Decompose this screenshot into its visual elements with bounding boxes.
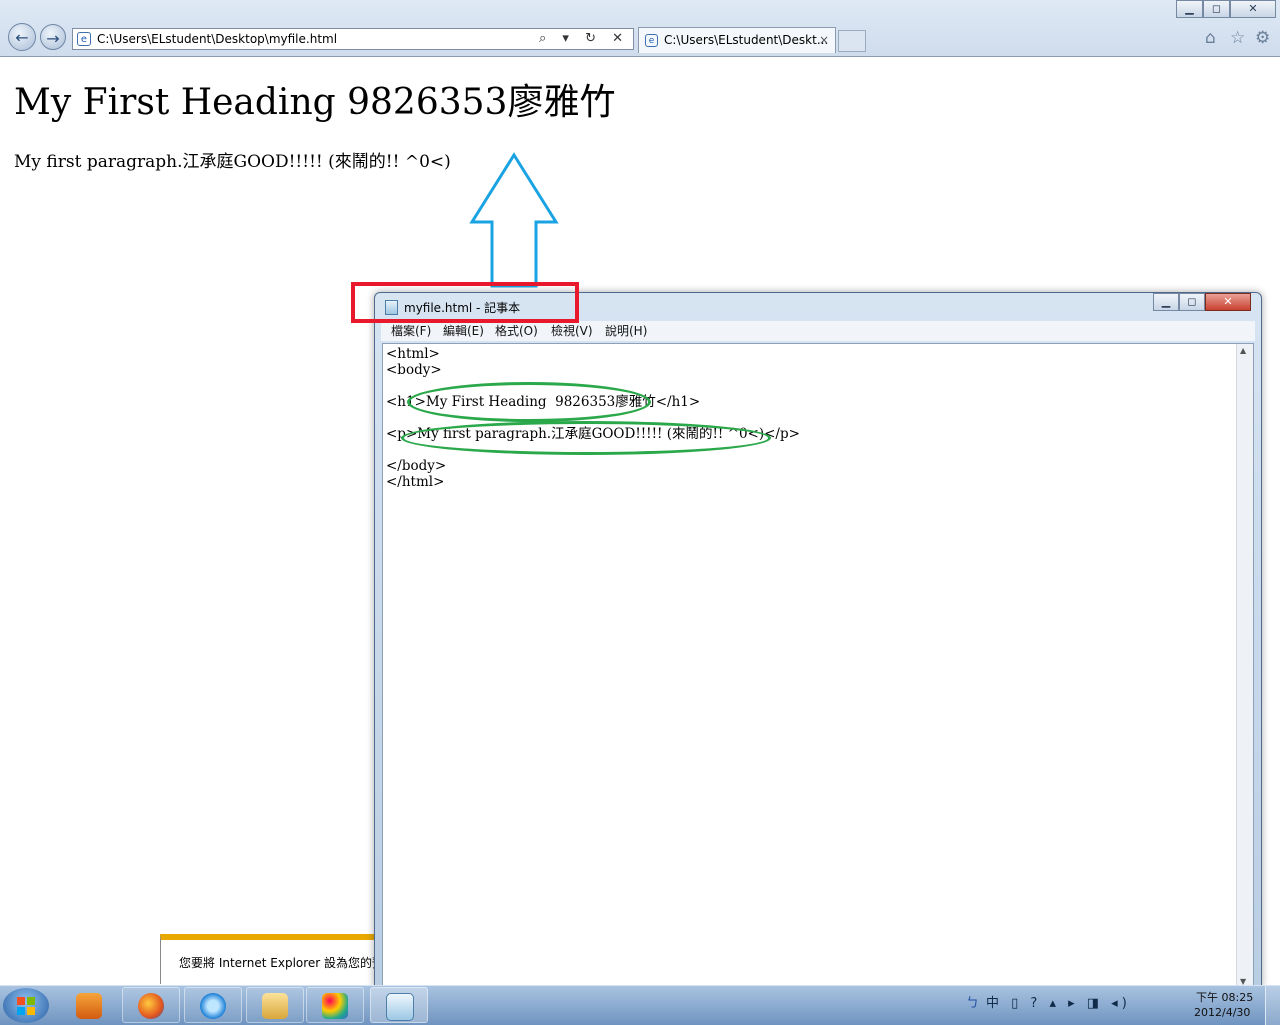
green-ellipse-paragraph xyxy=(401,421,771,455)
address-text[interactable]: C:\Users\ELstudent\Desktop\myfile.html xyxy=(97,29,337,49)
ime-icon[interactable]: ㄅ xyxy=(966,992,979,1011)
green-ellipse-heading xyxy=(407,382,651,422)
back-button[interactable]: ← xyxy=(8,23,36,51)
page-icon: e xyxy=(77,32,91,46)
taskbar-notepad[interactable] xyxy=(370,987,428,1023)
tab-title[interactable]: C:\Users\ELstudent\Deskt... xyxy=(664,28,828,52)
notepad-minimize-button[interactable]: ▁ xyxy=(1153,293,1179,311)
notepad-close-button[interactable]: ✕ xyxy=(1205,293,1251,311)
blue-arrow-annotation xyxy=(469,152,559,288)
browser-toolbar: ▁ ◻ ✕ ← → e C:\Users\ELstudent\Desktop\m… xyxy=(0,0,1280,57)
windows-logo-icon xyxy=(17,997,35,1015)
scroll-up-icon[interactable]: ▲ xyxy=(1240,346,1246,355)
favorites-icon[interactable]: ☆ xyxy=(1230,28,1245,48)
taskbar-firefox[interactable] xyxy=(122,987,180,1023)
new-tab-button[interactable] xyxy=(838,30,866,52)
page-heading: My First Heading 9826353廖雅竹 xyxy=(14,82,616,123)
internet-explorer-icon xyxy=(200,993,226,1019)
address-bar[interactable]: e C:\Users\ELstudent\Desktop\myfile.html… xyxy=(72,28,634,50)
forward-button[interactable]: → xyxy=(40,24,66,50)
menu-edit[interactable]: 編輯(E) xyxy=(443,321,484,341)
address-tools[interactable]: ⌕ ▾ ↻ ✕ xyxy=(539,29,629,49)
firefox-icon xyxy=(138,993,164,1019)
system-tray-icons[interactable]: 中 ▯ ? ▴ ▸ ◨ ◂) xyxy=(986,992,1131,1011)
menu-file[interactable]: 檔案(F) xyxy=(391,321,431,341)
red-box-annotation xyxy=(351,282,579,323)
notification-bar[interactable]: 您要將 Internet Explorer 設為您的預 xyxy=(160,934,390,984)
notepad-menubar: 檔案(F) 編輯(E) 格式(O) 檢視(V) 說明(H) xyxy=(381,321,1255,341)
browser-close-button[interactable]: ✕ xyxy=(1230,0,1276,18)
tools-icon[interactable]: ⚙ xyxy=(1255,28,1270,48)
menu-format[interactable]: 格式(O) xyxy=(495,321,538,341)
taskbar-internet-explorer[interactable] xyxy=(184,987,242,1023)
browser-maximize-button[interactable]: ◻ xyxy=(1203,0,1230,18)
paint-icon xyxy=(322,993,348,1019)
tab-close-icon[interactable]: × xyxy=(819,28,829,52)
tab-page-icon: e xyxy=(645,34,658,47)
notepad-window[interactable]: myfile.html - 記事本 ▁ ◻ ✕ 檔案(F) 編輯(E) 格式(O… xyxy=(374,292,1262,989)
clock-time[interactable]: 下午 08:25 xyxy=(1196,989,1253,1005)
taskbar-paint[interactable] xyxy=(306,987,364,1023)
folder-icon xyxy=(262,993,288,1019)
menu-view[interactable]: 檢視(V) xyxy=(551,321,593,341)
taskbar-media-player[interactable] xyxy=(60,987,116,1023)
taskbar-explorer[interactable] xyxy=(246,987,304,1023)
notepad-text-area[interactable]: <html> <body> <h1>My First Heading 98263… xyxy=(382,343,1254,989)
tab-myfile[interactable]: e C:\Users\ELstudent\Deskt... × xyxy=(638,27,836,53)
start-button[interactable] xyxy=(3,988,49,1023)
notepad-icon xyxy=(386,993,414,1021)
media-player-icon xyxy=(76,993,102,1019)
show-desktop-button[interactable] xyxy=(1265,986,1280,1025)
browser-minimize-button[interactable]: ▁ xyxy=(1176,0,1203,18)
home-icon[interactable]: ⌂ xyxy=(1205,28,1216,48)
page-paragraph: My first paragraph.江承庭GOOD!!!!! (來鬧的!! ^… xyxy=(14,152,451,172)
notification-text: 您要將 Internet Explorer 設為您的預 xyxy=(179,956,385,970)
menu-help[interactable]: 說明(H) xyxy=(605,321,647,341)
notepad-scrollbar[interactable]: ▲ ▼ xyxy=(1236,344,1253,988)
clock-date[interactable]: 2012/4/30 xyxy=(1194,1006,1250,1019)
notepad-maximize-button[interactable]: ◻ xyxy=(1179,293,1205,311)
taskbar: ㄅ 中 ▯ ? ▴ ▸ ◨ ◂) 下午 08:25 2012/4/30 xyxy=(0,985,1280,1025)
